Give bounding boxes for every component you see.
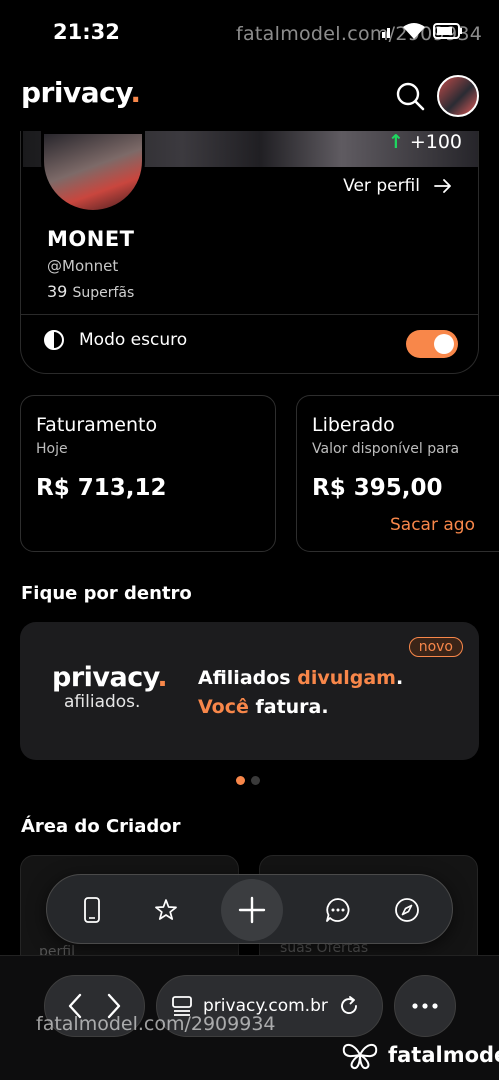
profile-avatar[interactable]	[41, 131, 145, 213]
status-time: 21:32	[53, 20, 120, 44]
available-title: Liberado	[312, 414, 395, 436]
arrow-up-icon: ↑	[387, 131, 404, 153]
profile-card: ↑ +100 Ver perfil MONET @Monnet 39 Super…	[20, 131, 479, 374]
banner-logo: privacy.	[52, 662, 168, 693]
reload-icon[interactable]	[338, 995, 360, 1017]
signal-icon	[382, 28, 390, 38]
chat-icon	[326, 898, 350, 922]
compass-icon	[395, 898, 419, 922]
divider	[21, 314, 478, 315]
carousel-dot-active[interactable]	[236, 776, 245, 785]
new-tab-button[interactable]	[221, 879, 283, 941]
available-card[interactable]: Liberado Valor disponível para R$ 395,00…	[296, 395, 499, 552]
revenue-card[interactable]: Faturamento Hoje R$ 713,12	[20, 395, 276, 552]
available-value: R$ 395,00	[312, 475, 443, 501]
banner-logo-sub: afiliados.	[64, 692, 141, 712]
chat-button[interactable]	[323, 895, 353, 925]
battery-icon	[433, 23, 462, 39]
watermark-bottom: fatalmodel.com/2909934	[36, 1013, 276, 1035]
profile-handle: @Monnet	[47, 257, 119, 275]
dark-mode-label: Modo escuro	[79, 330, 188, 350]
app-bar: privacy.	[0, 68, 499, 126]
favorites-button[interactable]	[151, 895, 181, 925]
creator-section-title: Área do Criador	[21, 816, 181, 837]
banner-text: Afiliados divulgam. Você fatura.	[198, 667, 404, 718]
view-profile-link[interactable]: Ver perfil	[343, 176, 452, 196]
toggle-knob	[434, 334, 454, 354]
profile-superfans: 39 Superfãs	[47, 282, 135, 301]
arrow-right-icon	[434, 179, 451, 193]
available-subtitle: Valor disponível para	[312, 441, 460, 457]
phone-icon	[84, 897, 100, 923]
privacy-logo[interactable]: privacy.	[21, 76, 141, 109]
wifi-icon	[403, 23, 425, 39]
plus-icon	[238, 896, 266, 924]
phone-button[interactable]	[77, 895, 107, 925]
more-button[interactable]	[394, 975, 456, 1037]
floating-toolbar	[46, 874, 453, 944]
status-icons	[381, 22, 463, 40]
superfan-delta: ↑ +100	[387, 131, 462, 153]
carousel-dots	[236, 776, 260, 785]
butterfly-icon	[342, 1043, 378, 1070]
withdraw-link[interactable]: Sacar ago	[390, 515, 475, 535]
search-icon[interactable]	[394, 80, 426, 112]
news-section-title: Fique por dentro	[21, 583, 192, 604]
revenue-title: Faturamento	[36, 414, 158, 436]
fatalmodel-logo: fatalmodel	[340, 1040, 499, 1070]
affiliates-banner[interactable]: privacy. afiliados. Afiliados divulgam. …	[20, 622, 479, 760]
more-icon	[412, 1003, 438, 1009]
new-badge: novo	[408, 637, 463, 657]
star-icon	[155, 899, 177, 920]
carousel-dot[interactable]	[251, 776, 260, 785]
revenue-subtitle: Hoje	[36, 441, 68, 457]
dark-mode-row: Modo escuro	[43, 329, 187, 351]
avatar[interactable]	[437, 75, 479, 117]
dark-mode-toggle[interactable]	[406, 330, 458, 358]
profile-name: MONET	[47, 227, 135, 251]
explore-button[interactable]	[392, 895, 422, 925]
contrast-icon	[44, 330, 64, 350]
revenue-value: R$ 713,12	[36, 475, 167, 501]
status-bar: 21:32 fatalmodel.com/2909934	[0, 0, 499, 62]
